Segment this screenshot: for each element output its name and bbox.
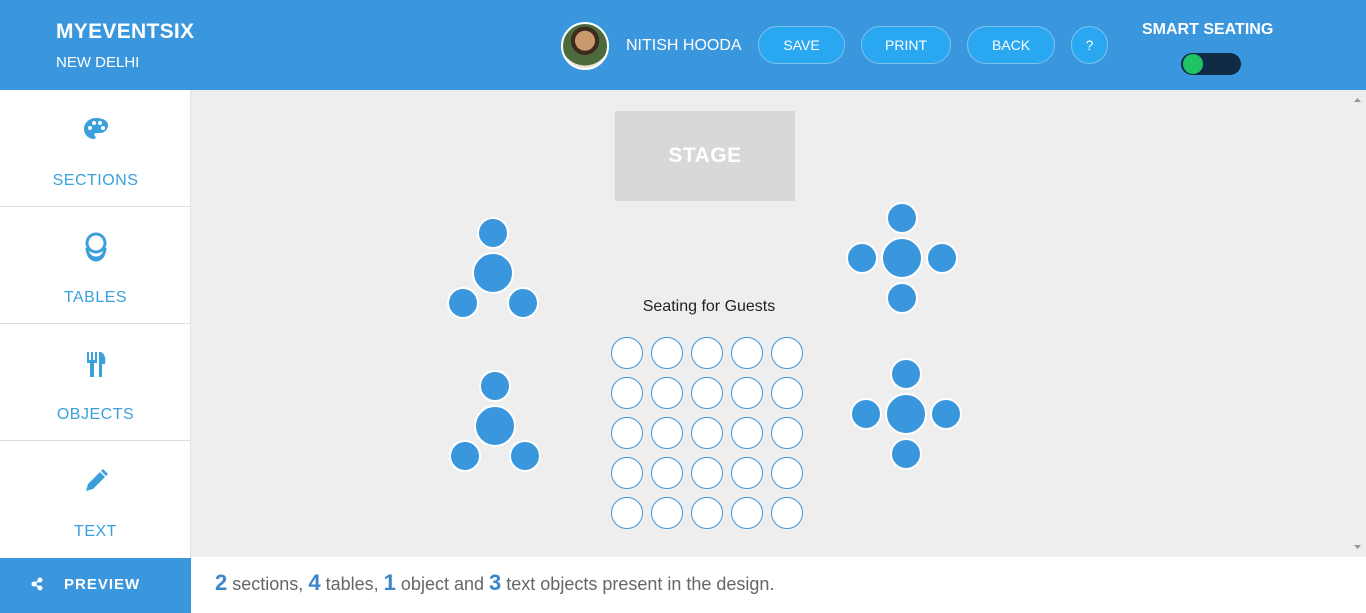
guest-seat[interactable]	[651, 457, 683, 489]
guest-seat[interactable]	[691, 457, 723, 489]
tables-icon	[0, 232, 191, 262]
chair	[890, 438, 922, 470]
guest-seat[interactable]	[731, 417, 763, 449]
objects-count: 1	[383, 570, 396, 595]
brand-block: MYEVENTSIX NEW DELHI	[56, 20, 194, 71]
user-name[interactable]: NITISH HOODA	[626, 37, 742, 55]
design-summary: 2 sections, 4 tables, 1 object and 3 tex…	[191, 557, 1366, 613]
chair	[886, 282, 918, 314]
sidebar-item-label: TEXT	[74, 523, 117, 540]
scroll-arrows	[1354, 98, 1361, 549]
chair	[926, 242, 958, 274]
guest-seat[interactable]	[691, 497, 723, 529]
chair	[886, 202, 918, 234]
guest-seat[interactable]	[691, 377, 723, 409]
guest-seat[interactable]	[771, 497, 803, 529]
chair	[479, 370, 511, 402]
canvas-scrollbar[interactable]	[1349, 92, 1366, 556]
sidebar-item-label: SECTIONS	[52, 172, 139, 189]
guest-seat[interactable]	[771, 417, 803, 449]
chair	[507, 287, 539, 319]
guest-seat[interactable]	[611, 377, 643, 409]
guest-seat[interactable]	[611, 457, 643, 489]
guest-seat[interactable]	[651, 337, 683, 369]
guest-seat[interactable]	[651, 497, 683, 529]
top-bar: MYEVENTSIX NEW DELHI NITISH HOODA SAVE P…	[0, 0, 1366, 90]
summary-text: 2 sections, 4 tables, 1 object and 3 tex…	[215, 570, 774, 596]
table-center	[885, 393, 927, 435]
sidebar-item-label: OBJECTS	[56, 406, 135, 423]
text-count: 3	[489, 570, 502, 595]
brand-name: MYEVENTSIX	[56, 20, 195, 43]
share-icon	[30, 577, 44, 595]
sidebar: SECTIONS TABLES OBJECTS TEXT	[0, 90, 191, 558]
chair	[930, 398, 962, 430]
cutlery-icon	[0, 349, 191, 379]
guest-seat[interactable]	[611, 497, 643, 529]
back-button[interactable]: BACK	[967, 26, 1055, 64]
sidebar-item-text[interactable]: TEXT	[0, 441, 191, 558]
chair	[509, 440, 541, 472]
guest-seat[interactable]	[651, 417, 683, 449]
guest-seat[interactable]	[611, 417, 643, 449]
guest-seat[interactable]	[731, 377, 763, 409]
chair	[850, 398, 882, 430]
chair	[890, 358, 922, 390]
guest-seat[interactable]	[691, 337, 723, 369]
guest-seat[interactable]	[731, 457, 763, 489]
print-button[interactable]: PRINT	[861, 26, 951, 64]
guest-seat[interactable]	[731, 497, 763, 529]
stage-section[interactable]: STAGE	[615, 111, 795, 201]
guest-seat[interactable]	[771, 337, 803, 369]
event-city: NEW DELHI	[56, 54, 140, 71]
chair	[449, 440, 481, 472]
guest-seat[interactable]	[771, 377, 803, 409]
help-button[interactable]: ?	[1071, 26, 1108, 64]
objects-word: object and	[400, 574, 484, 594]
smart-seating-toggle[interactable]	[1181, 53, 1241, 75]
table-center	[881, 237, 923, 279]
avatar[interactable]	[561, 22, 609, 70]
sidebar-item-label: TABLES	[63, 289, 128, 306]
preview-label: PREVIEW	[64, 576, 141, 593]
tables-count: 4	[308, 570, 321, 595]
chair	[447, 287, 479, 319]
seating-title-text[interactable]: Seating for Guests	[611, 298, 807, 316]
text-word: text objects present in the design.	[506, 574, 775, 594]
sections-word: sections,	[232, 574, 304, 594]
preview-button[interactable]: PREVIEW	[0, 558, 191, 613]
sections-count: 2	[215, 570, 228, 595]
sidebar-item-sections[interactable]: SECTIONS	[0, 90, 191, 207]
tables-word: tables,	[325, 574, 379, 594]
guest-seat[interactable]	[731, 337, 763, 369]
guest-seat[interactable]	[771, 457, 803, 489]
sidebar-item-objects[interactable]: OBJECTS	[0, 324, 191, 441]
toggle-knob	[1183, 54, 1203, 74]
chair	[846, 242, 878, 274]
smart-seating-label: SMART SEATING	[1142, 21, 1274, 38]
guest-seat[interactable]	[691, 417, 723, 449]
palette-icon	[0, 115, 191, 145]
table-center	[472, 252, 514, 294]
chair	[477, 217, 509, 249]
sidebar-item-tables[interactable]: TABLES	[0, 207, 191, 324]
table-center	[474, 405, 516, 447]
guest-seat[interactable]	[611, 337, 643, 369]
pencil-icon	[0, 466, 191, 496]
save-button[interactable]: SAVE	[758, 26, 845, 64]
guest-seat[interactable]	[651, 377, 683, 409]
